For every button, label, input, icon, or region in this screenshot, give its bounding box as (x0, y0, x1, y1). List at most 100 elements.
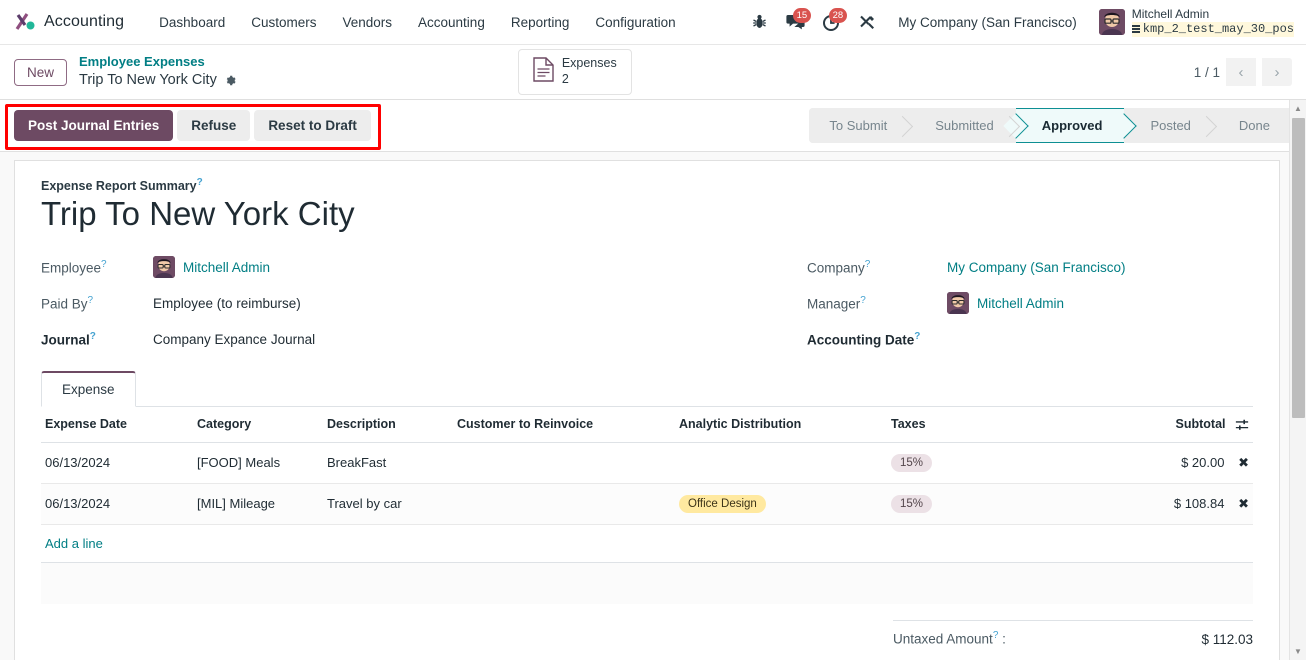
status-step-posted[interactable]: Posted (1124, 108, 1213, 143)
user-menu[interactable]: Mitchell Admin kmp_2_test_may_30_pos (1091, 7, 1296, 37)
field-paid-by: Paid By? Employee (to reimburse) (41, 285, 647, 321)
table-header-row: Expense Date Category Description Custom… (41, 407, 1253, 443)
cell-description[interactable]: BreakFast (323, 442, 453, 484)
tax-tag: 15% (891, 453, 933, 472)
breadcrumb-current-label: Trip To New York City (79, 72, 217, 89)
field-paid-by-value[interactable]: Employee (to reimburse) (153, 296, 301, 311)
cell-customer-to-reinvoice[interactable] (453, 483, 675, 525)
delete-row-icon[interactable]: ✖ (1228, 455, 1249, 470)
tab-expense[interactable]: Expense (41, 371, 136, 408)
table-head: Expense Date Category Description Custom… (41, 407, 1253, 443)
col-analytic-distribution[interactable]: Analytic Distribution (675, 407, 887, 443)
field-company-value[interactable]: My Company (San Francisco) (947, 260, 1126, 275)
totals-block: Untaxed Amount? : $ 112.03 (41, 620, 1253, 647)
cell-category[interactable]: [MIL] Mileage (193, 483, 323, 525)
col-taxes[interactable]: Taxes (887, 407, 1067, 443)
reset-to-draft-button[interactable]: Reset to Draft (254, 110, 371, 141)
status-step-submitted[interactable]: Submitted (909, 108, 1016, 143)
cell-subtotal[interactable]: $ 108.84 ✖ (1067, 483, 1253, 525)
col-description[interactable]: Description (323, 407, 453, 443)
pager-count: 1 / 1 (1193, 64, 1220, 80)
table-row[interactable]: 06/13/2024 [MIL] Mileage Travel by car O… (41, 483, 1253, 525)
odoo-logo-icon (14, 11, 36, 33)
help-icon[interactable]: ? (101, 259, 107, 270)
breadcrumb-parent[interactable]: Employee Expenses (79, 54, 237, 71)
messages-icon[interactable]: 15 (778, 7, 812, 37)
table-row[interactable]: 06/13/2024 [FOOD] Meals BreakFast 15% $ … (41, 442, 1253, 484)
totals-inner: Untaxed Amount? : $ 112.03 (893, 620, 1253, 647)
menu-item-reporting[interactable]: Reporting (498, 9, 583, 36)
app-brand[interactable]: Accounting (14, 11, 124, 33)
menu-item-customers[interactable]: Customers (238, 9, 329, 36)
col-category[interactable]: Category (193, 407, 323, 443)
menu-item-vendors[interactable]: Vendors (329, 9, 405, 36)
scroll-up-icon[interactable]: ▲ (1290, 100, 1306, 117)
cell-customer-to-reinvoice[interactable] (453, 442, 675, 484)
field-company-link[interactable]: My Company (San Francisco) (947, 260, 1126, 275)
post-journal-entries-button[interactable]: Post Journal Entries (14, 110, 174, 141)
delete-row-icon[interactable]: ✖ (1228, 496, 1249, 511)
field-journal-label: Journal? (41, 331, 153, 348)
col-expense-date[interactable]: Expense Date (41, 407, 193, 443)
refuse-button[interactable]: Refuse (177, 110, 251, 141)
field-manager-link[interactable]: Mitchell Admin (977, 296, 1064, 311)
optional-columns-icon[interactable] (1235, 418, 1249, 432)
form-sheet: Expense Report Summary? Trip To New York… (14, 160, 1280, 660)
field-journal-value[interactable]: Company Expance Journal (153, 332, 315, 347)
cell-analytic-distribution[interactable]: Office Design (675, 483, 887, 525)
field-paid-by-label: Paid By? (41, 295, 153, 312)
main-menu: Dashboard Customers Vendors Accounting R… (146, 9, 689, 36)
bug-icon[interactable] (742, 7, 776, 37)
status-step-done[interactable]: Done (1212, 108, 1292, 143)
analytic-tag[interactable]: Office Design (679, 494, 766, 513)
scrollbar-thumb[interactable] (1292, 118, 1305, 418)
field-employee-link[interactable]: Mitchell Admin (183, 260, 270, 275)
help-icon[interactable]: ? (88, 295, 94, 306)
field-accounting-date-label: Accounting Date? (807, 331, 947, 348)
subtotal-value: $ 108.84 (1173, 495, 1225, 511)
menu-item-dashboard[interactable]: Dashboard (146, 9, 238, 36)
tools-icon[interactable] (850, 7, 884, 37)
vertical-scrollbar[interactable]: ▲ ▼ (1289, 100, 1306, 660)
col-subtotal[interactable]: Subtotal (1067, 407, 1253, 443)
help-icon[interactable]: ? (197, 177, 203, 188)
cell-subtotal[interactable]: $ 20.00 ✖ (1067, 442, 1253, 484)
cell-expense-date[interactable]: 06/13/2024 (41, 483, 193, 525)
help-icon[interactable]: ? (865, 259, 871, 270)
database-name: kmp_2_test_may_30_pos (1131, 22, 1294, 37)
pager-previous-button[interactable]: ‹ (1225, 58, 1256, 86)
field-manager-value[interactable]: Mitchell Admin (947, 292, 1064, 315)
active-company-selector[interactable]: My Company (San Francisco) (886, 9, 1089, 36)
pager-next-button[interactable]: › (1261, 58, 1292, 86)
new-button[interactable]: New (14, 58, 68, 86)
add-a-line-button[interactable]: Add a line (45, 536, 103, 551)
help-icon[interactable]: ? (993, 630, 999, 641)
cell-category[interactable]: [FOOD] Meals (193, 442, 323, 484)
add-line-row[interactable]: Add a line (41, 524, 1253, 563)
expenses-stat-value: 2 (561, 72, 569, 86)
cell-analytic-distribution[interactable] (675, 442, 887, 484)
help-icon[interactable]: ? (914, 331, 920, 342)
menu-item-accounting[interactable]: Accounting (405, 9, 498, 36)
cell-expense-date[interactable]: 06/13/2024 (41, 442, 193, 484)
field-employee-value[interactable]: Mitchell Admin (153, 256, 270, 279)
col-customer-to-reinvoice[interactable]: Customer to Reinvoice (453, 407, 675, 443)
activities-icon[interactable]: 28 (814, 7, 848, 37)
help-icon[interactable]: ? (860, 295, 866, 306)
field-company-label: Company? (807, 259, 947, 276)
gear-icon[interactable] (224, 74, 237, 87)
add-line-cell[interactable]: Add a line (41, 524, 1253, 563)
help-icon[interactable]: ? (90, 331, 96, 342)
cell-taxes[interactable]: 15% (887, 442, 1067, 484)
avatar (1098, 9, 1125, 35)
status-step-approved[interactable]: Approved (1015, 108, 1125, 143)
expenses-stat-button[interactable]: Expenses 2 (517, 49, 632, 95)
form-view-scroll-area: Post Journal Entries Refuse Reset to Dra… (0, 100, 1306, 660)
menu-item-configuration[interactable]: Configuration (582, 9, 688, 36)
cell-description[interactable]: Travel by car (323, 483, 453, 525)
status-step-to-submit[interactable]: To Submit (809, 108, 910, 143)
page-title[interactable]: Trip To New York City (41, 195, 1253, 233)
cell-taxes[interactable]: 15% (887, 483, 1067, 525)
scroll-down-icon[interactable]: ▼ (1290, 643, 1306, 660)
breadcrumb-current: Trip To New York City (79, 71, 237, 90)
